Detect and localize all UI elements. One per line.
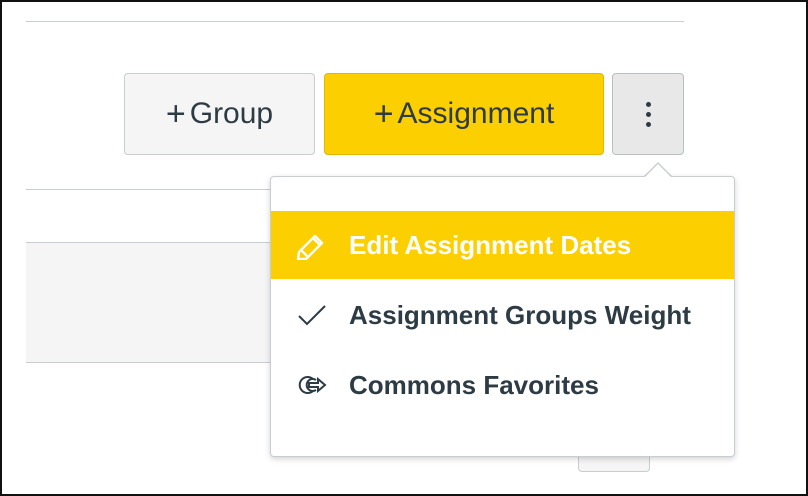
more-options-button[interactable]	[612, 73, 684, 155]
menu-item-label: Edit Assignment Dates	[349, 229, 632, 260]
kebab-vertical-icon	[645, 99, 651, 129]
assignment-group-row[interactable]	[26, 242, 276, 363]
add-group-button[interactable]: + Group	[124, 73, 315, 155]
plus-icon: +	[165, 94, 186, 133]
menu-caret-fill	[644, 164, 672, 178]
plus-icon: +	[373, 94, 394, 133]
add-group-label: Group	[189, 97, 274, 130]
top-divider	[26, 21, 684, 22]
menu-item-edit-assignment-dates[interactable]: Edit Assignment Dates	[271, 211, 734, 279]
add-assignment-label: Assignment	[397, 97, 555, 130]
checkmark-icon	[295, 299, 335, 331]
section-divider	[26, 189, 276, 190]
commons-share-icon	[295, 369, 335, 401]
menu-item-label: Assignment Groups Weight	[349, 299, 691, 330]
menu-item-commons-favorites[interactable]: Commons Favorites	[271, 351, 734, 419]
add-assignment-button[interactable]: + Assignment	[324, 73, 604, 155]
menu-item-label: Commons Favorites	[349, 369, 599, 400]
menu-item-assignment-groups-weight[interactable]: Assignment Groups Weight	[271, 281, 734, 349]
more-options-menu: Edit Assignment Dates Assignment Groups …	[270, 176, 735, 457]
page-frame: + Group + Assignment Edit Assignment Dat…	[0, 0, 808, 496]
pencil-icon	[295, 229, 335, 261]
